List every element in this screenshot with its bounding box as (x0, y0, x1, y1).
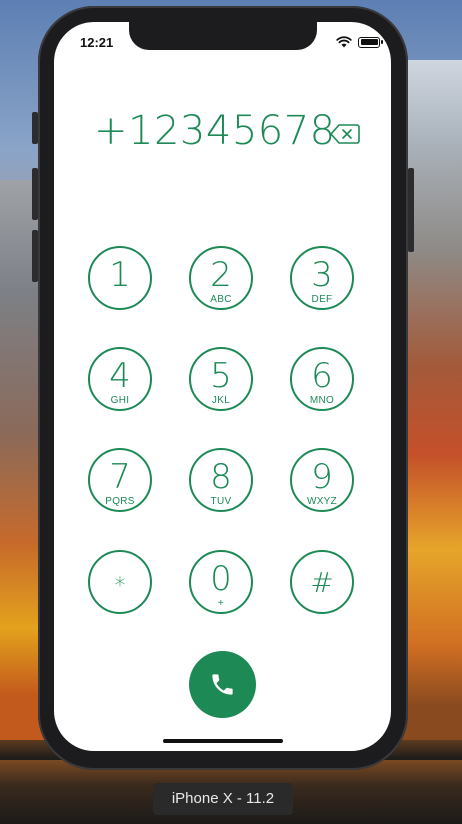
key-letters: JKL (211, 395, 231, 406)
key-digit: 7 (109, 457, 131, 497)
key-9[interactable]: 9 WXYZ (290, 448, 354, 512)
call-button[interactable] (189, 651, 256, 718)
wallpaper-right (402, 60, 462, 740)
key-letters: ABC (210, 294, 232, 305)
key-letters: PQRS (105, 496, 135, 507)
key-2[interactable]: 2 ABC (189, 246, 253, 310)
simulator-device-label: iPhone X - 11.2 (153, 783, 293, 815)
status-icons (336, 36, 383, 48)
key-star[interactable]: * (88, 550, 152, 614)
battery-level (360, 39, 378, 45)
key-hash[interactable]: # (290, 550, 354, 614)
key-digit: 1 (109, 255, 131, 295)
key-8[interactable]: 8 TUV (189, 448, 253, 512)
key-letters: GHI (110, 395, 130, 406)
key-0[interactable]: 0 + (189, 550, 253, 614)
key-letters: + (217, 598, 225, 609)
volume-down-button (32, 230, 38, 282)
key-digit: 3 (311, 255, 333, 295)
mute-switch (32, 112, 38, 144)
power-button (408, 168, 414, 252)
key-digit: * (114, 574, 126, 599)
key-1[interactable]: 1 (88, 246, 152, 310)
status-time: 12:21 (80, 35, 114, 50)
volume-up-button (32, 168, 38, 220)
key-digit: 9 (311, 457, 333, 497)
dialed-number: +12345678 (94, 108, 336, 154)
wifi-icon (336, 36, 352, 48)
key-digit: 4 (109, 356, 131, 396)
battery-icon (358, 36, 383, 48)
key-digit: 6 (311, 356, 333, 396)
phone-icon (212, 674, 233, 695)
key-3[interactable]: 3 DEF (290, 246, 354, 310)
key-5[interactable]: 5 JKL (189, 347, 253, 411)
key-6[interactable]: 6 MNO (290, 347, 354, 411)
home-indicator[interactable] (163, 739, 283, 743)
notch (129, 22, 317, 50)
key-letters: MNO (309, 395, 335, 406)
key-letters: TUV (210, 496, 232, 507)
backspace-icon[interactable] (330, 123, 360, 145)
key-digit: 2 (210, 255, 232, 295)
key-digit: 8 (210, 457, 232, 497)
key-4[interactable]: 4 GHI (88, 347, 152, 411)
key-digit: 5 (210, 356, 232, 396)
key-7[interactable]: 7 PQRS (88, 448, 152, 512)
key-letters: WXYZ (306, 496, 338, 507)
key-letters: DEF (311, 294, 333, 305)
key-digit: 0 (210, 559, 232, 599)
key-digit: # (310, 566, 334, 599)
